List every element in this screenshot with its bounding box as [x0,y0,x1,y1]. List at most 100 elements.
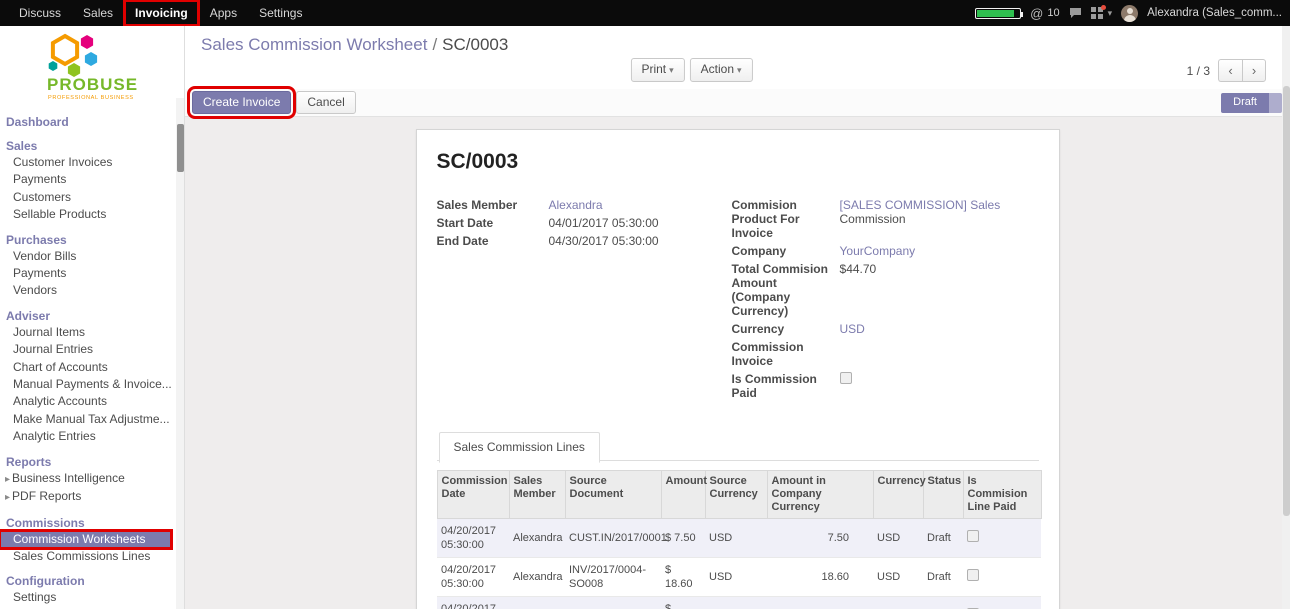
sidebar-scrollbar-thumb[interactable] [177,124,184,172]
cell-source-document[interactable]: SO008 [565,597,661,609]
col-header-status[interactable]: Status [923,471,963,519]
cell-line-paid[interactable] [963,519,1041,558]
menu-discuss[interactable]: Discuss [8,0,72,26]
cell-company-amount[interactable]: 18.60 [767,558,873,597]
table-row[interactable]: 04/20/2017 05:30:00 Alexandra CUST.IN/20… [437,519,1041,558]
sidebar-item-manual-payments-invoice[interactable]: Manual Payments & Invoice... [0,376,184,393]
start-date-value[interactable]: 04/01/2017 05:30:00 [549,216,659,230]
cell-company-amount[interactable]: 18.60 [767,597,873,609]
caret-down-icon[interactable]: ▾ [1108,8,1113,19]
company-value[interactable]: YourCompany [840,244,916,258]
end-date-value[interactable]: 04/30/2017 05:30:00 [549,234,659,248]
sidebar-heading-dashboard[interactable]: Dashboard [0,115,184,130]
main-scrollbar-thumb[interactable] [1283,86,1290,516]
menu-apps[interactable]: Apps [199,0,248,26]
action-dropdown-button[interactable]: Action▾ [690,58,753,82]
sidebar-item-customers[interactable]: Customers [0,189,184,206]
col-header-is-commission-line-paid[interactable]: Is Commision Line Paid [963,471,1041,519]
col-header-source-document[interactable]: Source Document [565,471,661,519]
sidebar-item-payments-sales[interactable]: Payments [0,171,184,188]
tab-sales-commission-lines[interactable]: Sales Commission Lines [439,432,600,463]
sidebar-heading-reports[interactable]: Reports [0,455,184,470]
pager-previous-button[interactable]: ‹ [1218,59,1242,82]
print-dropdown-button[interactable]: Print▾ [630,58,684,82]
sidebar-item-analytic-accounts[interactable]: Analytic Accounts [0,393,184,410]
field-total-commission-amount: Total Commision Amount (Company Currency… [732,262,1039,318]
currency-value[interactable]: USD [840,322,865,336]
sidebar-item-pdf-reports[interactable]: ▸PDF Reports [0,488,184,506]
breadcrumb-parent[interactable]: Sales Commission Worksheet [201,35,427,54]
cell-currency[interactable]: USD [873,597,923,609]
sidebar-item-sellable-products[interactable]: Sellable Products [0,206,184,223]
messages-icon[interactable] [1069,7,1082,19]
table-row[interactable]: 04/20/2017 10:35:53 Alexandra SO008 $ 18… [437,597,1041,609]
sidebar-item-vendors[interactable]: Vendors [0,282,184,299]
cell-line-paid[interactable] [963,597,1041,609]
line-paid-checkbox[interactable] [967,530,979,542]
cell-currency[interactable]: USD [873,558,923,597]
col-header-sales-member[interactable]: Sales Member [509,471,565,519]
cell-commission-date[interactable]: 04/20/2017 05:30:00 [437,519,509,558]
menu-invoicing[interactable]: Invoicing [124,0,199,26]
line-paid-checkbox[interactable] [967,569,979,581]
status-badge-draft[interactable]: Draft [1221,93,1269,113]
cell-status[interactable]: Draft [923,519,963,558]
cell-status[interactable]: Draft [923,597,963,609]
cell-line-paid[interactable] [963,558,1041,597]
sidebar-heading-adviser[interactable]: Adviser [0,309,184,324]
col-header-currency[interactable]: Currency [873,471,923,519]
cell-amount[interactable]: $ 18.60 [661,558,705,597]
sidebar-item-payments-purchases[interactable]: Payments [0,265,184,282]
cell-company-amount[interactable]: 7.50 [767,519,873,558]
col-header-amount-in-company-currency[interactable]: Amount in Company Currency [767,471,873,519]
sidebar-item-journal-items[interactable]: Journal Items [0,324,184,341]
col-header-source-currency[interactable]: Source Currency [705,471,767,519]
sidebar-heading-sales[interactable]: Sales [0,139,184,154]
sidebar-item-make-manual-tax-adjustment[interactable]: Make Manual Tax Adjustme... [0,411,184,428]
sidebar-heading-purchases[interactable]: Purchases [0,233,184,248]
cell-sales-member[interactable]: Alexandra [509,597,565,609]
commission-product-link[interactable]: [SALES COMMISSION] Sales [840,198,1001,212]
apps-grid-icon[interactable] [1091,7,1103,19]
cell-commission-date[interactable]: 04/20/2017 10:35:53 [437,597,509,609]
cancel-button[interactable]: Cancel [296,91,355,114]
sidebar-item-settings[interactable]: Settings [0,589,184,606]
sidebar-heading-configuration[interactable]: Configuration [0,574,184,589]
col-header-amount[interactable]: Amount [661,471,705,519]
cell-sales-member[interactable]: Alexandra [509,519,565,558]
sidebar-item-analytic-entries[interactable]: Analytic Entries [0,428,184,445]
create-invoice-button[interactable]: Create Invoice [192,91,291,114]
sidebar-item-commission-worksheets[interactable]: Commission Worksheets [0,531,171,548]
sidebar-item-sales-commissions-lines[interactable]: Sales Commissions Lines [0,548,184,565]
sidebar-item-business-intelligence[interactable]: ▸Business Intelligence [0,470,184,488]
cell-source-document[interactable]: INV/2017/0004-SO008 [565,558,661,597]
cell-source-document[interactable]: CUST.IN/2017/0001 [565,519,661,558]
main-scrollbar[interactable] [1282,26,1290,609]
is-commission-paid-checkbox[interactable] [840,372,852,384]
sidebar-item-journal-entries[interactable]: Journal Entries [0,341,184,358]
cell-source-currency[interactable]: USD [705,558,767,597]
menu-settings[interactable]: Settings [248,0,313,26]
cell-amount[interactable]: $ 7.50 [661,519,705,558]
sidebar-scrollbar[interactable] [176,98,184,609]
cell-sales-member[interactable]: Alexandra [509,558,565,597]
sidebar-item-vendor-bills[interactable]: Vendor Bills [0,248,184,265]
menu-sales[interactable]: Sales [72,0,124,26]
cell-currency[interactable]: USD [873,519,923,558]
sales-member-value[interactable]: Alexandra [549,198,603,212]
sidebar-item-chart-of-accounts[interactable]: Chart of Accounts [0,359,184,376]
activities-icon[interactable]: @ [1030,6,1043,21]
cell-source-currency[interactable]: USD [705,597,767,609]
pager-next-button[interactable]: › [1242,59,1266,82]
table-row[interactable]: 04/20/2017 05:30:00 Alexandra INV/2017/0… [437,558,1041,597]
commission-product-value[interactable]: [SALES COMMISSION] SalesCommission [840,198,1001,226]
cell-status[interactable]: Draft [923,558,963,597]
sidebar-heading-commissions[interactable]: Commissions [0,516,184,531]
col-header-commission-date[interactable]: Commission Date [437,471,509,519]
user-menu[interactable]: Alexandra (Sales_comm... [1147,7,1282,19]
cell-source-currency[interactable]: USD [705,519,767,558]
cell-commission-date[interactable]: 04/20/2017 05:30:00 [437,558,509,597]
cell-amount[interactable]: $ 18.60 [661,597,705,609]
sidebar-item-customer-invoices[interactable]: Customer Invoices [0,154,184,171]
user-avatar[interactable] [1121,5,1138,22]
